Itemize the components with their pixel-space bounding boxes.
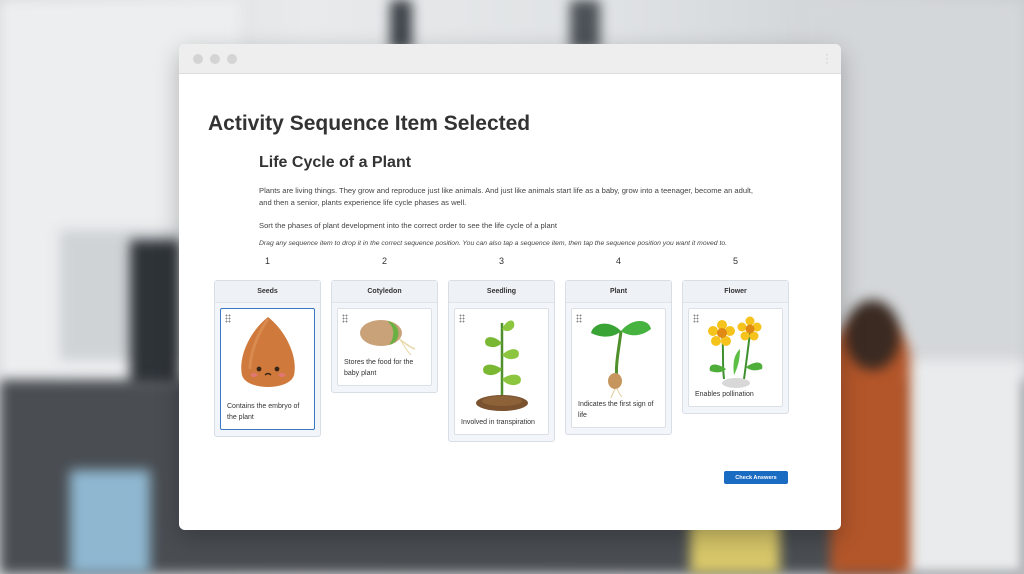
slot-number: 1 [264,256,270,266]
drop-zone[interactable]: Plant Indicates the first sign of life [565,280,672,435]
activity-instruction: Sort the phases of plant development int… [259,221,558,230]
drag-handle-icon[interactable] [342,314,348,323]
slot-label: Flower [683,281,788,303]
window-close-dot[interactable] [193,54,203,64]
cotyledon-icon [359,320,415,356]
slot-label: Plant [566,281,671,303]
item-text: Contains the embryo of the plant [227,403,300,421]
slot-label: Seeds [215,281,320,303]
drag-handle-icon[interactable] [576,314,582,323]
activity-title: Life Cycle of a Plant [259,154,412,171]
check-answers-button[interactable]: Check Answers [724,471,788,484]
seed-icon [240,317,295,387]
slot-number: 3 [498,256,504,266]
drag-handle-icon[interactable] [693,314,699,323]
drop-zone[interactable]: Cotyledon Stores the food for the baby p… [331,280,438,393]
slot-label: Seedling [449,281,554,303]
slot-number: 2 [381,256,387,266]
window-titlebar: · · · [179,44,841,74]
slot-number: 5 [732,256,738,266]
drop-zone[interactable]: Seeds Contains the embryo of the plant [214,280,321,437]
activity-section: Life Cycle of a Plant Plants are living … [259,154,759,247]
item-text: Enables pollination [695,391,754,398]
window-maximize-dot[interactable] [227,54,237,64]
sprout-icon [590,321,651,399]
drop-zone[interactable]: Flower Enables pollination [682,280,789,414]
drag-handle-icon[interactable] [225,314,231,323]
item-text: Involved in transpiration [461,419,535,426]
page-title: Activity Sequence Item Selected [208,112,531,135]
kebab-menu-icon[interactable]: · · · [825,48,829,68]
sequence-item-card[interactable]: Indicates the first sign of life [571,308,666,428]
sequence-item-card[interactable]: Stores the food for the baby plant [337,308,432,386]
seedling-icon [475,320,528,411]
slot-number: 4 [615,256,621,266]
sequence-item-card[interactable]: Contains the embryo of the plant [220,308,315,430]
drag-handle-icon[interactable] [459,314,465,323]
activity-hint: Drag any sequence item to drop it in the… [259,240,728,247]
drop-zone[interactable]: Seedling Involved in transpiration [448,280,555,442]
item-text: Stores the food for the baby plant [344,359,414,377]
flower-icon [707,316,762,388]
activity-description: Plants are living things. They grow and … [259,186,754,207]
item-text: Indicates the first sign of life [578,401,654,419]
browser-window: · · · Activity Sequence Item Selected Life… [179,44,841,530]
sequence-item-card[interactable]: Involved in transpiration [454,308,549,435]
window-minimize-dot[interactable] [210,54,220,64]
sequence-item-card[interactable]: Enables pollination [688,308,783,407]
slot-label: Cotyledon [332,281,437,303]
